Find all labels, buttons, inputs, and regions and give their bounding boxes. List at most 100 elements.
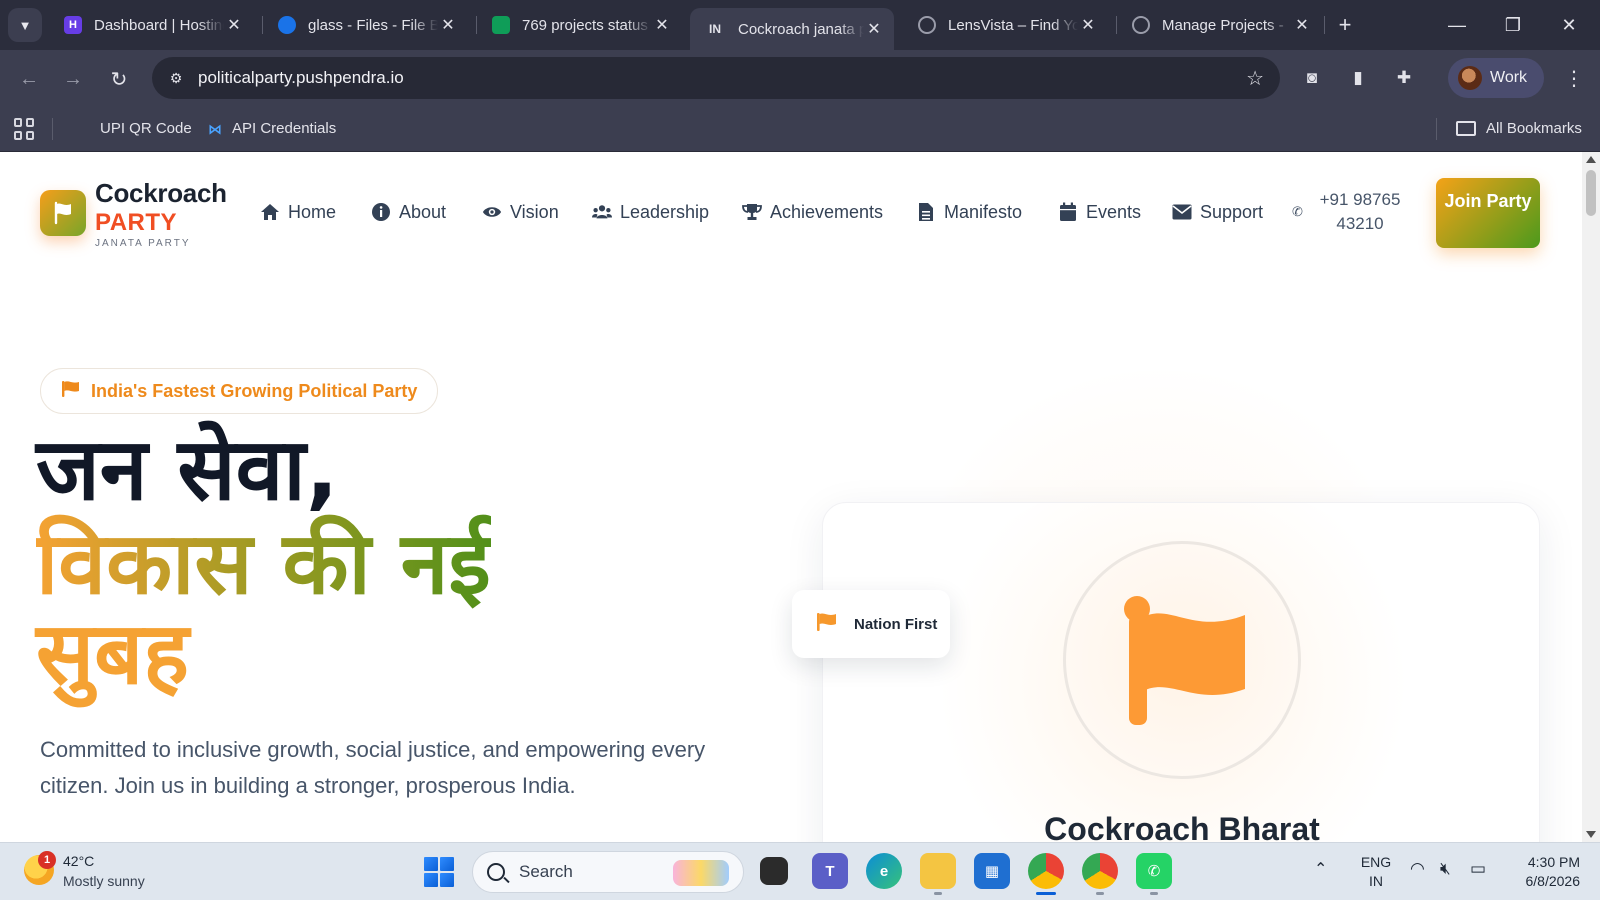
forward-button[interactable]: → [56, 62, 90, 96]
address-bar[interactable]: ⚙ politicalparty.pushpendra.io ☆ [152, 57, 1280, 99]
windows-taskbar: 1 42°C Mostly sunny Search T e ▦ ✆ ⌃ ENG… [0, 842, 1600, 900]
search-icon [487, 863, 505, 881]
minimize-button[interactable]: — [1434, 10, 1480, 40]
extension-icon[interactable]: ▮ [1346, 66, 1370, 90]
nav-events[interactable]: Events [1058, 200, 1141, 224]
flag-icon [816, 612, 838, 636]
globe-icon [278, 16, 296, 34]
join-party-button[interactable]: Join Party [1436, 178, 1540, 248]
tab-glass-files[interactable]: glass - Files - File Browser ✕ [264, 8, 468, 42]
scroll-down-icon[interactable] [1586, 831, 1596, 838]
nav-label: Achievements [770, 201, 884, 222]
nav-about[interactable]: About [371, 200, 446, 224]
close-icon[interactable]: ✕ [224, 15, 244, 35]
close-icon[interactable]: ✕ [864, 19, 884, 39]
all-bookmarks-button[interactable]: All Bookmarks [1456, 120, 1582, 137]
reload-button[interactable]: ↻ [102, 62, 136, 96]
folder-icon [1456, 121, 1476, 136]
tab-projects-status[interactable]: 769 projects status ✕ [478, 8, 682, 42]
tab-lensvista[interactable]: LensVista – Find Your ✕ [904, 8, 1108, 42]
apps-grid-icon[interactable] [14, 118, 36, 140]
extensions-puzzle-icon[interactable]: ✚ [1392, 66, 1416, 90]
chrome-work-icon[interactable] [1028, 853, 1064, 895]
windows-start-icon[interactable] [424, 857, 454, 887]
page-scrollbar[interactable] [1582, 152, 1600, 842]
nav-label: Manifesto [944, 201, 1023, 222]
brand-name[interactable]: Cockroach [95, 178, 227, 209]
close-icon[interactable]: ✕ [1292, 15, 1312, 35]
nav-achievements[interactable]: Achievements [742, 200, 883, 224]
scroll-up-icon[interactable] [1586, 156, 1596, 163]
close-icon[interactable]: ✕ [438, 15, 458, 35]
globe-icon [918, 16, 936, 34]
restore-button[interactable]: ❐ [1490, 10, 1536, 40]
tab-search-button[interactable]: ▼ [8, 8, 42, 42]
document-icon [916, 202, 936, 222]
home-icon [260, 202, 280, 222]
back-button[interactable]: ← [12, 62, 46, 96]
eye-icon [482, 202, 502, 222]
screenshot-icon[interactable]: ◙ [1300, 66, 1324, 90]
tab-dashboard[interactable]: H Dashboard | Hostinger ✕ [50, 8, 254, 42]
flag-icon [54, 201, 71, 225]
battery-icon[interactable]: ▭ [1470, 859, 1486, 879]
language-line2: IN [1369, 873, 1383, 889]
api-logo-icon: ⋈ [208, 120, 222, 137]
new-tab-button[interactable]: + [1330, 10, 1360, 40]
bookmark-star-icon[interactable]: ☆ [1246, 66, 1264, 91]
phone-number[interactable]: +91 98765 43210 [1312, 188, 1408, 236]
scroll-thumb[interactable] [1586, 170, 1596, 216]
sheets-icon [492, 16, 510, 34]
party-logo[interactable] [40, 190, 86, 236]
envelope-icon [1172, 202, 1192, 222]
chevron-up-icon[interactable]: ⌃ [1314, 859, 1327, 879]
calendar-icon [1058, 202, 1078, 222]
taskbar-search[interactable]: Search [472, 851, 744, 893]
nav-label: About [399, 201, 447, 222]
tab-title: 769 projects status [522, 16, 648, 34]
search-placeholder: Search [519, 862, 573, 881]
nav-vision[interactable]: Vision [482, 200, 559, 224]
avatar [1458, 66, 1482, 90]
profile-button[interactable]: Work [1448, 58, 1544, 98]
language-indicator[interactable]: ENG IN [1356, 853, 1396, 891]
close-icon[interactable]: ✕ [1078, 15, 1098, 35]
users-icon [592, 202, 612, 222]
all-bookmarks-label: All Bookmarks [1486, 120, 1582, 137]
edge-icon[interactable]: e [866, 853, 902, 889]
profile-label: Work [1490, 69, 1528, 86]
brand-party[interactable]: PARTY [95, 209, 177, 237]
volume-muted-icon[interactable]: 🔇︎ [1440, 859, 1451, 879]
close-icon[interactable]: ✕ [652, 15, 672, 35]
chrome-profile-icon[interactable] [1082, 853, 1118, 895]
nav-leadership[interactable]: Leadership [592, 200, 709, 224]
tab-cockroach-party[interactable]: IN Cockroach janata party ✕ [690, 8, 894, 50]
tab-divider [262, 16, 263, 34]
wifi-icon[interactable]: ◠ [1410, 859, 1425, 879]
file-explorer-icon[interactable] [920, 853, 956, 895]
tab-manage-projects[interactable]: Manage Projects - ✕ [1118, 8, 1322, 42]
nav-support[interactable]: Support [1172, 200, 1263, 224]
hero-heading-line1: जन सेवा, [36, 420, 339, 520]
card-title: Cockroach Bharat [1044, 811, 1320, 842]
system-clock[interactable]: 4:30 PM 6/8/2026 [1500, 853, 1581, 891]
nav-manifesto[interactable]: Manifesto [916, 200, 1022, 224]
notification-badge: 1 [38, 851, 56, 869]
hostinger-icon: H [64, 16, 82, 34]
bookmark-api-credentials[interactable]: ⋈ API Credentials [208, 120, 336, 137]
reload-icon: ↻ [110, 68, 128, 91]
nav-home[interactable]: Home [260, 200, 336, 224]
whatsapp-icon[interactable]: ✆ [1136, 853, 1172, 895]
task-view-icon[interactable] [760, 857, 788, 885]
kebab-icon: ⋮ [1564, 67, 1584, 90]
weather-temperature[interactable]: 42°C [63, 853, 94, 869]
bookmark-upi-qr[interactable]: UPI QR Code [100, 120, 192, 137]
site-settings-icon[interactable]: ⚙ [166, 68, 186, 88]
store-icon[interactable]: ▦ [974, 853, 1010, 889]
menu-button[interactable]: ⋮ [1560, 64, 1588, 92]
url-text[interactable]: politicalparty.pushpendra.io [198, 68, 404, 88]
teams-icon[interactable]: T [812, 853, 848, 889]
close-window-button[interactable]: ✕ [1546, 10, 1592, 40]
divider [52, 118, 53, 140]
weather-description[interactable]: Mostly sunny [63, 873, 145, 889]
